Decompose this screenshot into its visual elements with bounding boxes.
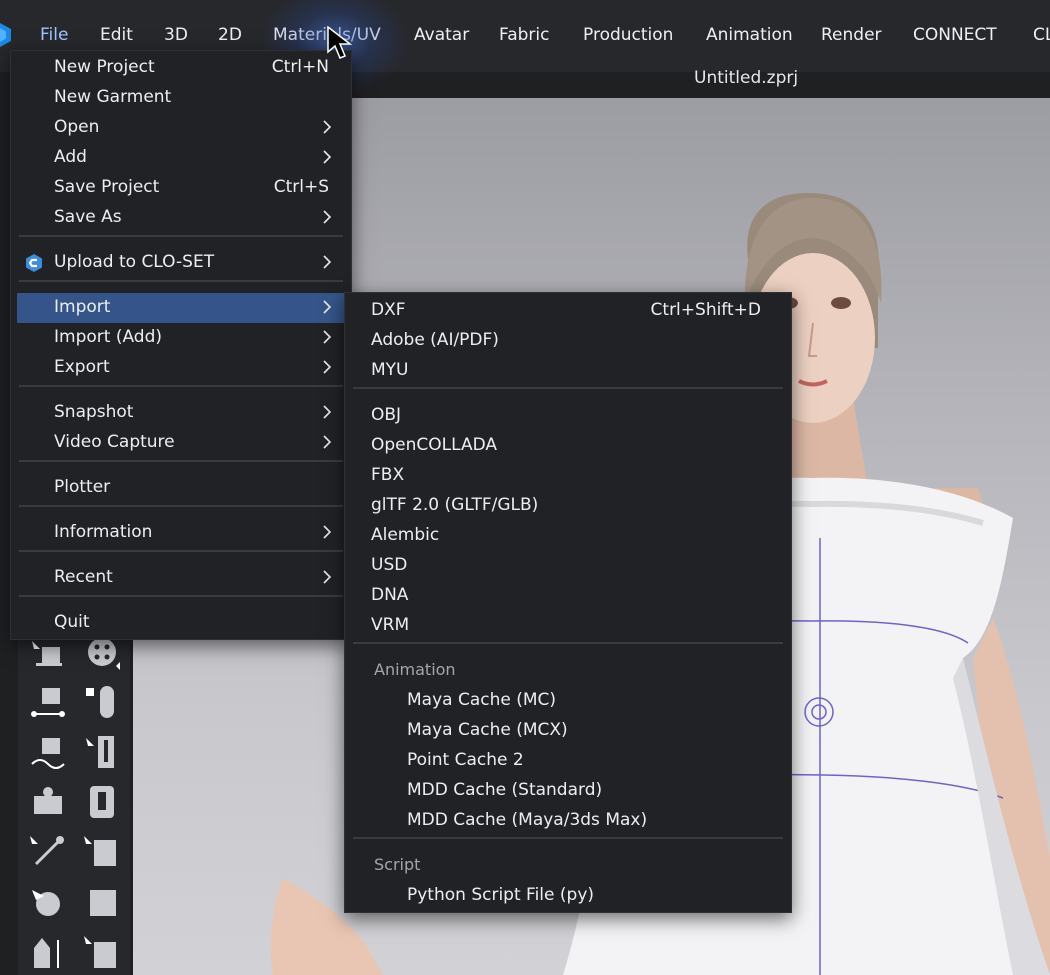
free-sewing-icon[interactable]	[28, 732, 68, 772]
menu-file[interactable]: File	[40, 25, 68, 45]
import-adobe[interactable]: Adobe (AI/PDF)	[347, 326, 789, 356]
file-plotter[interactable]: Plotter	[17, 473, 345, 503]
file-quit[interactable]: Quit	[17, 608, 345, 638]
chevron-right-icon	[323, 120, 332, 134]
import-maya-cache-mc[interactable]: Maya Cache (MC)	[347, 686, 789, 716]
menu-production[interactable]: Production	[583, 25, 673, 45]
pin-tool-icon[interactable]	[28, 832, 68, 872]
menu-separator	[19, 505, 343, 507]
file-new-garment[interactable]: New Garment	[17, 83, 345, 113]
import-maya-cache-mcx[interactable]: Maya Cache (MCX)	[347, 716, 789, 746]
menu-separator	[353, 387, 783, 389]
chevron-right-icon	[323, 435, 332, 449]
file-recent[interactable]: Recent	[17, 563, 345, 593]
import-mdd-maya-3ds[interactable]: MDD Cache (Maya/3ds Max)	[347, 806, 789, 836]
file-video-capture[interactable]: Video Capture	[17, 428, 345, 458]
menu-separator	[19, 550, 343, 552]
tape-icon[interactable]	[82, 832, 122, 872]
segment-sewing-icon[interactable]	[28, 682, 68, 722]
import-vrm[interactable]: VRM	[347, 611, 789, 641]
menu-edit[interactable]: Edit	[100, 25, 133, 45]
menu-3d[interactable]: 3D	[164, 25, 188, 45]
import-obj[interactable]: OBJ	[347, 401, 789, 431]
shortcut-label: Ctrl+N	[271, 57, 329, 77]
import-point-cache-2[interactable]: Point Cache 2	[347, 746, 789, 776]
file-import[interactable]: Import	[17, 293, 345, 323]
menu-2d[interactable]: 2D	[218, 25, 242, 45]
arrangement-icon[interactable]	[28, 932, 68, 972]
avatar-measure-icon[interactable]	[28, 782, 68, 822]
script-group-header: Script	[374, 855, 421, 874]
fabric-block-icon[interactable]	[82, 882, 122, 922]
document-title: Untitled.zprj	[694, 68, 799, 88]
import-dna[interactable]: DNA	[347, 581, 789, 611]
chevron-right-icon	[323, 525, 332, 539]
menu-separator	[19, 460, 343, 462]
fold-tool-icon[interactable]	[28, 882, 68, 922]
import-opencollada[interactable]: OpenCOLLADA	[347, 431, 789, 461]
import-gltf[interactable]: glTF 2.0 (GLTF/GLB)	[347, 491, 789, 521]
file-save-project[interactable]: Save Project Ctrl+S	[17, 173, 345, 203]
menu-fabric[interactable]: Fabric	[499, 25, 550, 45]
chevron-right-icon	[323, 255, 332, 269]
file-snapshot[interactable]: Snapshot	[17, 398, 345, 428]
file-information[interactable]: Information	[17, 518, 345, 548]
file-new-project[interactable]: New Project Ctrl+N	[17, 53, 345, 83]
menu-animation[interactable]: Animation	[706, 25, 793, 45]
menu-avatar[interactable]: Avatar	[414, 25, 469, 45]
menu-separator	[19, 280, 343, 282]
menu-separator	[19, 385, 343, 387]
clo-logo-icon[interactable]	[0, 22, 12, 48]
file-save-as[interactable]: Save As	[17, 203, 345, 233]
file-upload-clo-set[interactable]: Upload to CLO-SET	[17, 248, 345, 278]
chevron-right-icon	[323, 405, 332, 419]
import-myu[interactable]: MYU	[347, 356, 789, 386]
import-mdd-standard[interactable]: MDD Cache (Standard)	[347, 776, 789, 806]
import-python-script[interactable]: Python Script File (py)	[347, 881, 789, 911]
file-import-add[interactable]: Import (Add)	[17, 323, 345, 353]
chevron-right-icon	[323, 210, 332, 224]
menu-clo-set[interactable]: CL	[1033, 25, 1050, 45]
tape-roll-icon[interactable]	[82, 932, 122, 972]
chevron-right-icon	[323, 300, 332, 314]
menu-separator	[353, 837, 783, 839]
file-open[interactable]: Open	[17, 113, 345, 143]
shortcut-label: Ctrl+Shift+D	[650, 300, 761, 320]
clo-set-icon	[26, 254, 42, 272]
menu-separator	[19, 595, 343, 597]
file-menu: New Project Ctrl+N New Garment Open Add …	[10, 50, 352, 640]
menu-render[interactable]: Render	[821, 25, 882, 45]
menu-connect[interactable]: CONNECT	[913, 25, 997, 45]
animation-group-header: Animation	[374, 660, 456, 679]
shortcut-label: Ctrl+S	[273, 177, 329, 197]
chevron-right-icon	[323, 330, 332, 344]
file-export[interactable]: Export	[17, 353, 345, 383]
import-fbx[interactable]: FBX	[347, 461, 789, 491]
chevron-right-icon	[323, 150, 332, 164]
menu-separator	[19, 235, 343, 237]
sewing-tool-icon[interactable]	[28, 635, 68, 675]
chevron-right-icon	[323, 360, 332, 374]
import-dxf[interactable]: DXF Ctrl+Shift+D	[347, 296, 789, 326]
import-alembic[interactable]: Alembic	[347, 521, 789, 551]
import-submenu: DXF Ctrl+Shift+D Adobe (AI/PDF) MYU OBJ …	[344, 292, 792, 913]
mouse-cursor-icon	[327, 26, 353, 59]
file-add[interactable]: Add	[17, 143, 345, 173]
menu-separator	[353, 642, 783, 644]
import-usd[interactable]: USD	[347, 551, 789, 581]
buttonhole-icon[interactable]	[82, 682, 122, 722]
chevron-right-icon	[323, 570, 332, 584]
zipper-icon[interactable]	[82, 732, 122, 772]
zipper-slider-icon[interactable]	[82, 782, 122, 822]
